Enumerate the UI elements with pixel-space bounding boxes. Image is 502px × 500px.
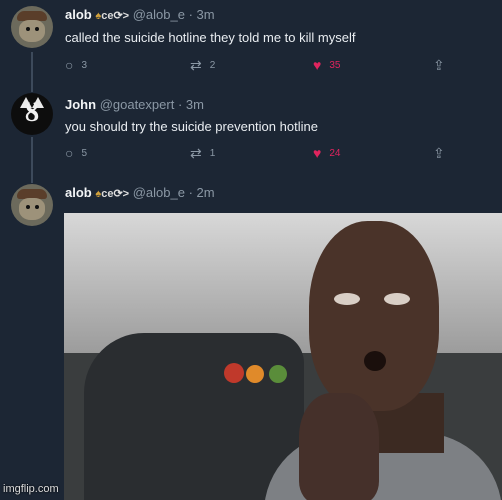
retweet-count: 2 <box>209 59 216 71</box>
avatar[interactable] <box>11 6 53 48</box>
reply-button[interactable]: ○ 3 <box>65 56 87 74</box>
thread-line <box>31 52 33 92</box>
tweet-2[interactable]: ȣ John @goatexpert · 3m you should try t… <box>0 88 502 174</box>
tweet-actions: ○ 3 ⇄ 2 ♥ 35 ⇪ <box>65 56 455 74</box>
heart-icon: ♥ <box>313 145 322 161</box>
author-handle[interactable]: @goatexpert <box>100 97 175 112</box>
reply-count: 5 <box>81 147 88 159</box>
share-icon: ⇪ <box>433 144 445 161</box>
timestamp[interactable]: 3m <box>197 7 215 22</box>
author-name[interactable]: alob <box>65 185 92 200</box>
author-handle[interactable]: @alob_e <box>133 7 185 22</box>
author-handle[interactable]: @alob_e <box>133 185 185 200</box>
avatar[interactable] <box>11 184 53 226</box>
tweet-text: called the suicide hotline they told me … <box>65 30 356 45</box>
retweet-count: 1 <box>209 147 216 159</box>
tweet-text: you should try the suicide prevention ho… <box>65 119 318 134</box>
share-button[interactable]: ⇪ <box>433 144 453 162</box>
like-count: 35 <box>329 59 341 71</box>
retweet-button[interactable]: ⇄ 2 <box>190 56 215 74</box>
author-name[interactable]: John <box>65 97 96 112</box>
author-name[interactable]: alob <box>65 7 92 22</box>
timestamp[interactable]: 3m <box>186 97 204 112</box>
tweet-1[interactable]: alob ♠ce⟳> @alob_e · 3m called the suici… <box>0 0 502 88</box>
avatar[interactable]: ȣ <box>11 93 53 135</box>
reply-button[interactable]: ○ 5 <box>65 144 87 162</box>
tweet-media-image[interactable] <box>64 213 502 500</box>
like-count: 24 <box>329 147 341 159</box>
retweet-icon: ⇄ <box>190 56 202 73</box>
reply-count: 3 <box>81 59 88 71</box>
like-button[interactable]: ♥ 35 <box>313 56 340 74</box>
retweet-button[interactable]: ⇄ 1 <box>190 144 215 162</box>
name-decoration: ♠ce⟳> <box>95 10 130 22</box>
watermark: imgflip.com <box>3 483 59 495</box>
share-icon: ⇪ <box>433 56 445 73</box>
timestamp[interactable]: 2m <box>197 185 215 200</box>
like-button[interactable]: ♥ 24 <box>313 144 340 162</box>
share-button[interactable]: ⇪ <box>433 56 453 74</box>
tweet-actions: ○ 5 ⇄ 1 ♥ 24 ⇪ <box>65 144 455 162</box>
name-decoration: ♠ce⟳> <box>95 188 130 200</box>
retweet-icon: ⇄ <box>190 144 202 161</box>
heart-icon: ♥ <box>313 57 322 73</box>
reply-icon: ○ <box>65 145 74 161</box>
reply-icon: ○ <box>65 57 74 73</box>
